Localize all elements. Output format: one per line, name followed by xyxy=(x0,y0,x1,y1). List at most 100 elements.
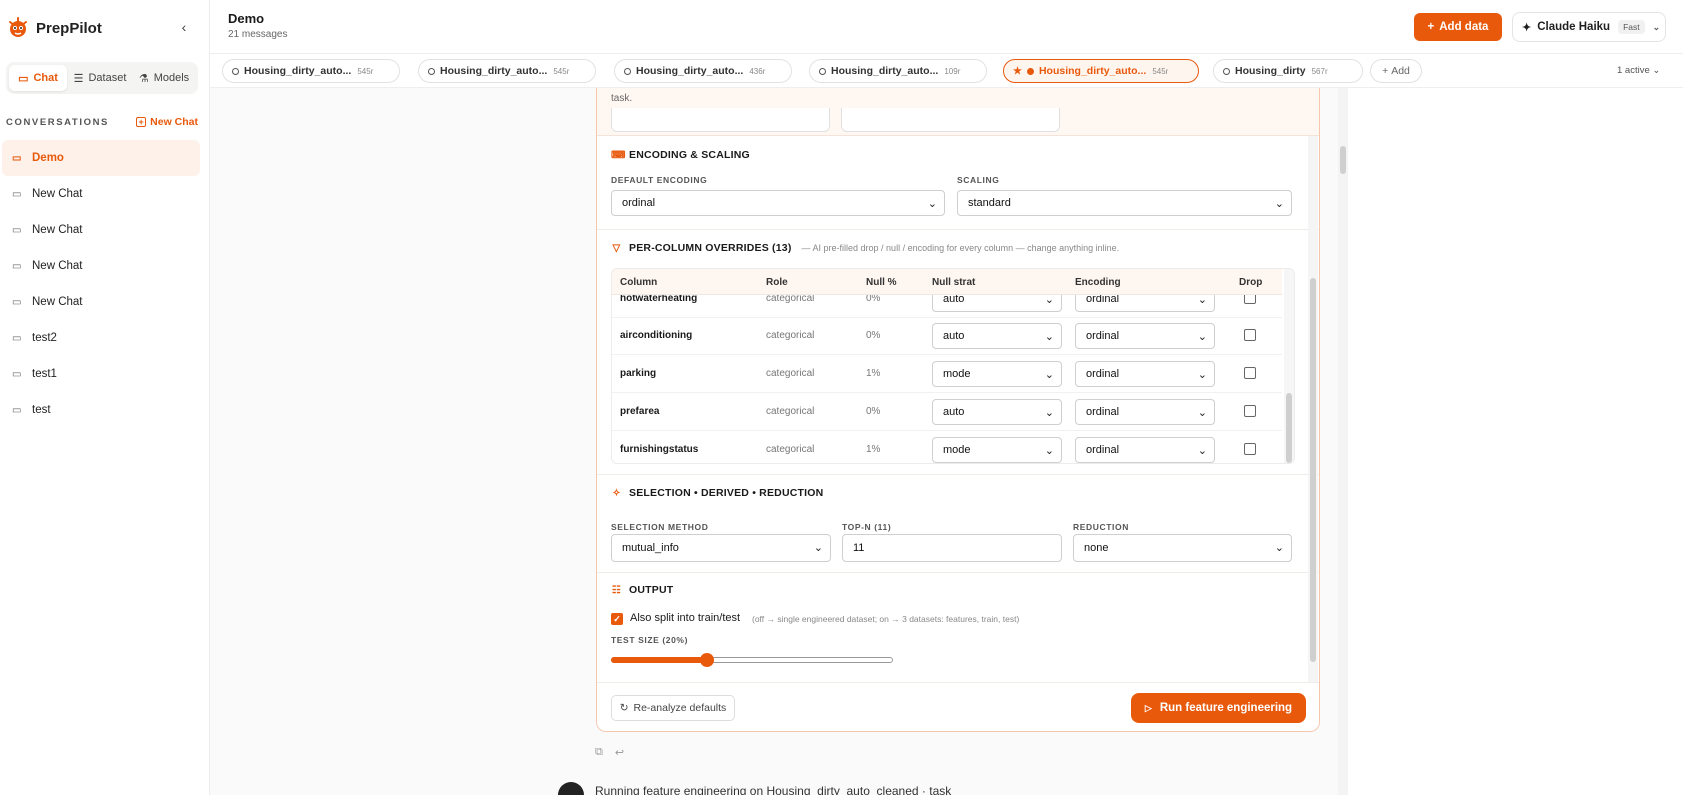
circle-icon xyxy=(428,67,435,75)
dataset-tab[interactable]: Housing_dirty_auto... 545r xyxy=(418,59,596,83)
conversation-item[interactable]: ▭ test xyxy=(2,392,200,428)
dataset-tab[interactable]: Housing_dirty_auto... 545r xyxy=(222,59,400,83)
conversation-item[interactable]: ▭ New Chat xyxy=(2,176,200,212)
overrides-section-title: ▽ PER-COLUMN OVERRIDES (13) — AI pre-fil… xyxy=(611,242,1120,254)
brand[interactable]: PrepPilot xyxy=(6,14,102,42)
run-feature-engineering-button[interactable]: ▷ Run feature engineering xyxy=(1131,693,1306,723)
dataset-tab[interactable]: Housing_dirty 567r xyxy=(1213,59,1363,83)
null-strat-select[interactable]: mode ⌄ xyxy=(932,437,1062,463)
tab-chat-label: Chat xyxy=(33,72,58,84)
task-text: task. xyxy=(611,93,633,104)
task-field[interactable] xyxy=(611,108,830,132)
dataset-tab-label: Housing_dirty xyxy=(1235,65,1306,77)
drop-checkbox[interactable] xyxy=(1244,443,1256,455)
scaling-select[interactable]: standard ⌄ xyxy=(957,190,1292,216)
encoding-select[interactable]: ordinal ⌄ xyxy=(1075,399,1215,425)
new-chat-button[interactable]: + New Chat xyxy=(136,116,198,128)
add-dataset-tab-button[interactable]: + Add xyxy=(1370,59,1422,83)
dataset-tab[interactable]: Housing_dirty_auto... 436r xyxy=(614,59,792,83)
top-n-value: 11 xyxy=(853,542,865,554)
dataset-tab-active[interactable]: ★ Housing_dirty_auto... 545r xyxy=(1003,59,1199,83)
circle-icon xyxy=(232,67,239,75)
dataset-row-count: 567r xyxy=(1311,66,1328,76)
chat-bubble-icon: ▭ xyxy=(12,404,22,416)
table-scrollbar-thumb[interactable] xyxy=(1286,393,1292,463)
reply-icon[interactable]: ↩ xyxy=(615,746,624,759)
star-icon: ★ xyxy=(1013,65,1022,77)
default-encoding-select[interactable]: ordinal ⌄ xyxy=(611,190,945,216)
conversation-label: test xyxy=(32,404,51,416)
tab-models[interactable]: ⚗ Models xyxy=(133,65,195,91)
assistant-avatar xyxy=(558,782,584,795)
split-checkbox[interactable]: ✓ xyxy=(611,613,623,625)
chevron-down-icon: ⌄ xyxy=(1044,407,1054,419)
conversation-label: New Chat xyxy=(32,296,83,308)
copy-icon[interactable]: ⧉ xyxy=(595,746,603,759)
page-title: Demo xyxy=(228,11,265,26)
dataset-tab-label: Housing_dirty_auto... xyxy=(244,65,352,77)
drop-checkbox[interactable] xyxy=(1244,405,1256,417)
main-scrollbar-track[interactable] xyxy=(1338,88,1348,795)
chevron-down-icon: ⌄ xyxy=(1044,369,1054,381)
refresh-icon: ↻ xyxy=(619,702,629,714)
null-strat-select[interactable]: mode ⌄ xyxy=(932,361,1062,387)
chevron-down-icon: ⌄ xyxy=(1274,198,1284,210)
test-size-label: TEST SIZE (20%) xyxy=(611,635,689,645)
encoding-select[interactable]: ordinal ⌄ xyxy=(1075,323,1215,349)
reanalyze-defaults-button[interactable]: ↻ Re-analyze defaults xyxy=(611,695,735,721)
test-size-slider-thumb[interactable] xyxy=(699,653,714,667)
chat-bubble-icon: ▭ xyxy=(12,368,22,380)
conversation-item[interactable]: ▭ Demo xyxy=(2,140,200,176)
dataset-row-count: 545r xyxy=(553,66,570,76)
message-actions: ⧉ ↩ xyxy=(595,746,624,759)
active-count-dropdown[interactable]: 1 active ⌄ xyxy=(1617,65,1660,76)
conversation-item[interactable]: ▭ test1 xyxy=(2,356,200,392)
chat-bubble-icon: ▭ xyxy=(12,296,22,308)
header-null-percent: Null % xyxy=(866,277,897,288)
add-dataset-label: Add xyxy=(1391,65,1410,77)
output-title-text: OUTPUT xyxy=(629,584,674,596)
plus-icon: + xyxy=(1382,65,1392,77)
tab-dataset[interactable]: ☰ Dataset xyxy=(67,65,133,91)
conversation-item[interactable]: ▭ test2 xyxy=(2,320,200,356)
overrides-title-text: PER-COLUMN OVERRIDES (13) xyxy=(629,242,792,254)
selection-method-select[interactable]: mutual_info ⌄ xyxy=(611,534,831,562)
conversation-item[interactable]: ▭ New Chat xyxy=(2,212,200,248)
chat-bubble-icon: ▭ xyxy=(12,152,22,164)
chat-bubble-icon: ▭ xyxy=(12,332,22,344)
conversation-item[interactable]: ▭ New Chat xyxy=(2,284,200,320)
null-strat-select[interactable]: auto ⌄ xyxy=(932,323,1062,349)
null-percent: 1% xyxy=(866,368,881,379)
circle-icon xyxy=(624,67,631,75)
dataset-tab[interactable]: Housing_dirty_auto... 109r xyxy=(809,59,987,83)
encoding-select[interactable]: ordinal ⌄ xyxy=(1075,361,1215,387)
scaling-value: standard xyxy=(968,197,1011,209)
dataset-tab-bar: Housing_dirty_auto... 545r Housing_dirty… xyxy=(210,54,1683,88)
null-strat-select[interactable]: auto ⌄ xyxy=(932,399,1062,425)
filter-icon: ▽ xyxy=(612,242,621,254)
sidebar: PrepPilot ‹ ▭ Chat ☰ Dataset ⚗ Models CO… xyxy=(0,0,210,795)
test-size-slider-fill xyxy=(611,657,707,663)
null-percent: 0% xyxy=(866,406,881,417)
null-strat-value: mode xyxy=(943,444,971,456)
target-field[interactable] xyxy=(841,108,1060,132)
top-n-input[interactable]: 11 xyxy=(842,534,1062,562)
chevron-down-icon: ⌄ xyxy=(1197,445,1207,457)
section-divider xyxy=(597,229,1319,230)
tab-chat[interactable]: ▭ Chat xyxy=(9,65,67,91)
dataset-row-count: 545r xyxy=(357,66,374,76)
main-scrollbar-thumb[interactable] xyxy=(1340,146,1346,174)
collapse-sidebar-button[interactable]: ‹ xyxy=(176,18,192,36)
chevron-down-icon: ⌄ xyxy=(1197,407,1207,419)
add-data-label: Add data xyxy=(1439,21,1489,33)
conversation-label: test2 xyxy=(32,332,57,344)
card-scrollbar-thumb[interactable] xyxy=(1310,278,1316,662)
chat-icon: ▭ xyxy=(18,72,29,85)
reduction-select[interactable]: none ⌄ xyxy=(1073,534,1292,562)
model-selector[interactable]: ✦ Claude Haiku Fast ⌄ xyxy=(1512,12,1666,42)
drop-checkbox[interactable] xyxy=(1244,329,1256,341)
conversation-item[interactable]: ▭ New Chat xyxy=(2,248,200,284)
drop-checkbox[interactable] xyxy=(1244,367,1256,379)
add-data-button[interactable]: + Add data xyxy=(1414,13,1502,41)
encoding-select[interactable]: ordinal ⌄ xyxy=(1075,437,1215,463)
